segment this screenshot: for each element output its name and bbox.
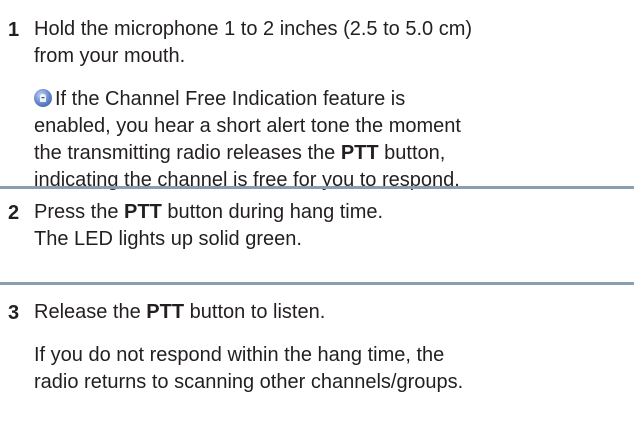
note-text-line: the transmitting radio releases the PTT … [34, 142, 446, 164]
step-detail: If you do not respond within the hang ti… [34, 342, 634, 396]
step-detail-line: If you do not respond within the hang ti… [34, 344, 445, 366]
step-2: 2 Press the PTT button during hang time.… [0, 189, 634, 284]
step-text-line: Hold the microphone 1 to 2 inches (2.5 t… [34, 18, 473, 40]
step-1: 1 Hold the microphone 1 to 2 inches (2.5… [0, 0, 634, 191]
step-body: Hold the microphone 1 to 2 inches (2.5 t… [34, 16, 634, 194]
channel-free-indication-icon [34, 89, 52, 107]
procedure-steps: 1 Hold the microphone 1 to 2 inches (2.5… [0, 0, 634, 422]
ptt-keyword: PTT [340, 142, 379, 164]
note-text-line: If the Channel Free Indication feature i… [55, 88, 406, 110]
step-3: 3 Release the PTT button to listen. If y… [0, 285, 634, 422]
step-text-line: The LED lights up solid green. [34, 228, 302, 250]
step-number: 1 [8, 19, 20, 41]
channel-free-note: If the Channel Free Indication feature i… [34, 86, 634, 194]
step-body: Press the PTT button during hang time. T… [34, 199, 634, 253]
step-text-line: from your mouth. [34, 45, 186, 67]
ptt-keyword: PTT [146, 301, 185, 323]
step-number: 3 [8, 302, 20, 324]
step-text-line: Release the PTT button to listen. [34, 301, 326, 323]
ptt-keyword: PTT [124, 201, 162, 223]
step-body: Release the PTT button to listen. If you… [34, 299, 634, 396]
step-text-line: Press the PTT button during hang time. [34, 201, 384, 223]
step-number: 2 [8, 202, 20, 224]
note-text-line: enabled, you hear a short alert tone the… [34, 115, 461, 137]
step-detail-line: radio returns to scanning other channels… [34, 371, 464, 393]
